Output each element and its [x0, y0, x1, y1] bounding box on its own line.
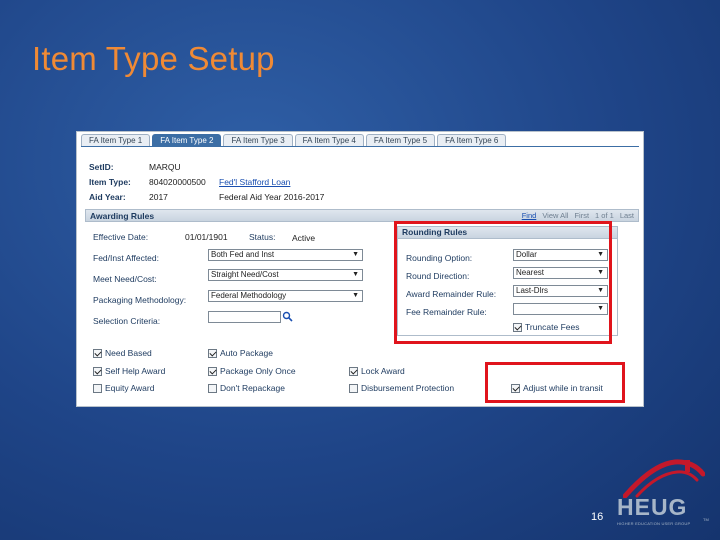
need-based-option[interactable]: Need Based: [93, 348, 152, 358]
status-value: Active: [292, 233, 316, 243]
item-type-link[interactable]: Fed'l Stafford Loan: [219, 177, 290, 188]
find-link[interactable]: Find: [522, 211, 537, 220]
fed-inst-label: Fed/Inst Affected:: [93, 253, 159, 263]
selection-criteria-input[interactable]: [208, 311, 281, 323]
dont-repackage-option[interactable]: Don't Repackage: [208, 383, 285, 393]
aid-year-description: Federal Aid Year 2016-2017: [219, 192, 325, 202]
chevron-down-icon: ▼: [352, 271, 359, 278]
disbursement-protection-option[interactable]: Disbursement Protection: [349, 383, 454, 393]
need-cost-label: Meet Need/Cost:: [93, 274, 157, 284]
effective-date-label: Effective Date:: [93, 232, 149, 242]
item-type-label: Item Type:: [89, 177, 131, 187]
auto-package-label: Auto Package: [220, 348, 273, 358]
fed-inst-value: Both Fed and Inst: [211, 250, 275, 259]
logo-trademark: TM: [703, 517, 709, 522]
slide-title: Item Type Setup: [32, 40, 275, 77]
equity-award-label: Equity Award: [105, 383, 155, 393]
need-cost-select[interactable]: Straight Need/Cost ▼: [208, 269, 363, 281]
self-help-label: Self Help Award: [105, 366, 166, 376]
row-navigation: Find View All First 1 of 1 Last: [522, 211, 634, 220]
chevron-down-icon: ▼: [352, 251, 359, 258]
logo-letters: HEUG: [617, 494, 688, 520]
aid-year-value: 2017: [149, 192, 168, 202]
view-all-link[interactable]: View All: [542, 211, 568, 220]
tab-divider: [81, 146, 639, 147]
disbursement-protection-checkbox[interactable]: [349, 383, 358, 393]
dont-repackage-label: Don't Repackage: [220, 383, 285, 393]
logo-tagline: HIGHER EDUCATION USER GROUP: [617, 521, 691, 526]
effective-date-value: 01/01/1901: [185, 232, 228, 242]
package-once-checkbox[interactable]: [208, 366, 217, 376]
packaging-value: Federal Methodology: [211, 291, 287, 300]
setid-label: SetID:: [89, 162, 114, 172]
status-label: Status:: [249, 232, 276, 242]
awarding-rules-title: Awarding Rules: [90, 211, 155, 221]
heug-logo: HEUG HIGHER EDUCATION USER GROUP TM: [613, 458, 713, 530]
self-help-checkbox[interactable]: [93, 366, 102, 376]
packaging-select[interactable]: Federal Methodology ▼: [208, 290, 363, 302]
package-once-label: Package Only Once: [220, 366, 296, 376]
lookup-icon[interactable]: [282, 311, 293, 325]
equity-award-option[interactable]: Equity Award: [93, 383, 154, 393]
first-link[interactable]: First: [574, 211, 589, 220]
aid-year-row: Aid Year: 2017 Federal Aid Year 2016-201…: [89, 192, 324, 203]
need-based-label: Need Based: [105, 348, 152, 358]
chevron-down-icon: ▼: [352, 292, 359, 299]
last-link[interactable]: Last: [620, 211, 634, 220]
setid-row: SetID: MARQU: [89, 162, 219, 173]
equity-award-checkbox[interactable]: [93, 383, 102, 393]
adjust-transit-highlight: [485, 362, 625, 403]
packaging-label: Packaging Methodology:: [93, 295, 187, 305]
selection-criteria-label: Selection Criteria:: [93, 316, 161, 326]
item-type-row: Item Type: 804020000500 Fed'l Stafford L…: [89, 177, 290, 188]
row-count: 1 of 1: [595, 211, 614, 220]
auto-package-checkbox[interactable]: [208, 348, 217, 358]
page-number: 16: [591, 511, 604, 523]
lock-award-option[interactable]: Lock Award: [349, 366, 405, 376]
auto-package-option[interactable]: Auto Package: [208, 348, 273, 358]
aid-year-label: Aid Year:: [89, 192, 126, 202]
need-based-checkbox[interactable]: [93, 348, 102, 358]
dont-repackage-checkbox[interactable]: [208, 383, 217, 393]
fed-inst-select[interactable]: Both Fed and Inst ▼: [208, 249, 363, 261]
item-type-value: 804020000500: [149, 177, 206, 187]
setid-value: MARQU: [149, 162, 181, 172]
roof-icon: [623, 459, 705, 498]
need-cost-value: Straight Need/Cost: [211, 270, 279, 279]
self-help-option[interactable]: Self Help Award: [93, 366, 165, 376]
rounding-rules-highlight: [394, 221, 612, 344]
lock-award-label: Lock Award: [361, 366, 405, 376]
package-once-option[interactable]: Package Only Once: [208, 366, 296, 376]
disbursement-protection-label: Disbursement Protection: [361, 383, 455, 393]
lock-award-checkbox[interactable]: [349, 366, 358, 376]
